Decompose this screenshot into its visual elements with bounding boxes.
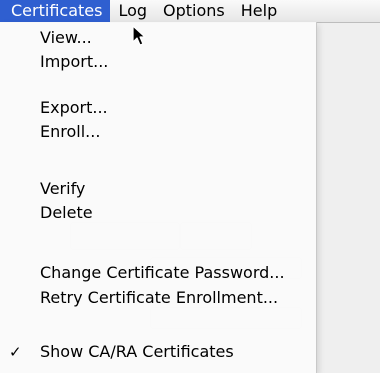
menu-item-enroll[interactable]: Enroll...	[0, 120, 316, 144]
menu-item-label: Change Certificate Password...	[40, 263, 285, 282]
mouse-pointer-icon	[132, 25, 146, 46]
menu-certificates[interactable]: Certificates	[0, 0, 111, 22]
menu-item-view[interactable]: View...	[0, 26, 316, 50]
menu-item-label: Import...	[40, 52, 109, 71]
menu-bar: Certificates Log Options Help	[0, 0, 380, 23]
menu-item-verify[interactable]: Verify	[0, 177, 316, 201]
menu-item-label: Retry Certificate Enrollment...	[40, 288, 279, 307]
menu-item-import[interactable]: Import...	[0, 50, 316, 74]
certificates-dropdown-menu: View... Import... Export... Enroll... Ve…	[0, 22, 317, 373]
menu-log[interactable]: Log	[110, 0, 155, 22]
menu-item-label: Delete	[40, 203, 93, 222]
menu-item-label: Verify	[40, 179, 86, 198]
menu-item-label: Enroll...	[40, 122, 101, 141]
menu-item-label: View...	[40, 28, 92, 47]
menu-item-retry-certificate-enrollment[interactable]: Retry Certificate Enrollment...	[0, 286, 316, 310]
menu-options[interactable]: Options	[155, 0, 233, 22]
menu-help[interactable]: Help	[233, 0, 285, 22]
menu-item-change-certificate-password[interactable]: Change Certificate Password...	[0, 261, 316, 285]
checkmark-icon: ✓	[9, 343, 22, 361]
menu-item-export[interactable]: Export...	[0, 96, 316, 120]
menu-item-show-ca-ra-certificates[interactable]: ✓ Show CA/RA Certificates	[0, 340, 316, 364]
menu-item-delete[interactable]: Delete	[0, 201, 316, 225]
menu-item-label: Export...	[40, 98, 108, 117]
menu-item-label: Show CA/RA Certificates	[40, 342, 234, 361]
